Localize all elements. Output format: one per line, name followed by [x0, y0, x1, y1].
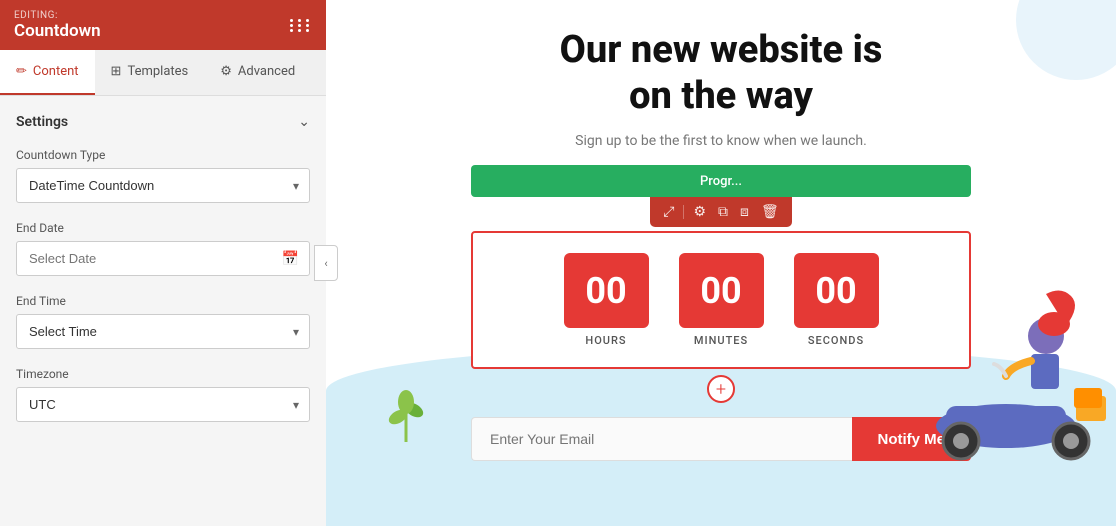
end-time-select-wrap: Select Time 12:00 AM 12:30 AM ▾: [16, 314, 310, 349]
hero-title: Our new website is on the way: [386, 28, 1056, 119]
timezone-field: Timezone UTC EST PST GMT ▾: [16, 367, 310, 422]
chevron-down-icon[interactable]: ⌄: [298, 114, 310, 130]
countdown-type-field: Countdown Type DateTime Countdown Evergr…: [16, 148, 310, 203]
email-input[interactable]: [471, 417, 852, 461]
tabs-row: ✏ Content ⊞ Templates ⚙ Advanced: [0, 50, 326, 96]
plant-decoration: [386, 382, 426, 446]
settings-section-header: Settings ⌄: [16, 114, 310, 130]
collapse-panel-button[interactable]: ‹: [314, 245, 338, 281]
left-panel: EDITING: Countdown ✏ Content ⊞ Templates…: [0, 0, 326, 526]
minutes-label: MINUTES: [694, 334, 748, 347]
panel-header: EDITING: Countdown: [0, 0, 326, 50]
timezone-select[interactable]: UTC EST PST GMT: [17, 388, 309, 421]
content-tab-icon: ✏: [16, 64, 27, 79]
end-time-label: End Time: [16, 294, 310, 308]
date-input[interactable]: [17, 242, 272, 275]
templates-tab-icon: ⊞: [111, 64, 122, 79]
end-date-label: End Date: [16, 221, 310, 235]
seconds-label: SECONDS: [808, 334, 864, 347]
cta-row: Notify Me: [471, 417, 971, 461]
toolbar-save-icon[interactable]: ⧉: [715, 202, 731, 222]
hero-section: Our new website is on the way Sign up to…: [326, 0, 1116, 165]
countdown-type-select-wrap: DateTime Countdown Evergreen Countdown ▾: [16, 168, 310, 203]
countdown-type-label: Countdown Type: [16, 148, 310, 162]
countdown-type-select[interactable]: DateTime Countdown Evergreen Countdown: [17, 169, 309, 202]
right-content: Our new website is on the way Sign up to…: [326, 0, 1116, 526]
advanced-tab-icon: ⚙: [220, 64, 232, 79]
progress-bar: Progr...: [471, 165, 971, 197]
countdown-minutes: 00 MINUTES: [679, 253, 764, 347]
countdown-seconds: 00 SECONDS: [794, 253, 879, 347]
tab-templates[interactable]: ⊞ Templates: [95, 50, 205, 95]
end-time-select[interactable]: Select Time 12:00 AM 12:30 AM: [17, 315, 309, 348]
seconds-box: 00: [794, 253, 879, 328]
toolbar-divider: [683, 205, 684, 219]
countdown-widget: 00 HOURS 00 MINUTES 00 SECONDS: [471, 231, 971, 369]
toolbar-delete-icon[interactable]: 🗑: [758, 202, 782, 222]
countdown-hours: 00 HOURS: [564, 253, 649, 347]
toolbar-move-icon[interactable]: ⤢: [660, 202, 677, 222]
tab-content[interactable]: ✏ Content: [0, 50, 95, 95]
end-date-field: End Date 📅: [16, 221, 310, 276]
settings-title: Settings: [16, 114, 68, 130]
end-time-field: End Time Select Time 12:00 AM 12:30 AM ▾: [16, 294, 310, 349]
minutes-box: 00: [679, 253, 764, 328]
date-input-wrap: 📅: [16, 241, 310, 276]
hours-box: 00: [564, 253, 649, 328]
editing-label: EDITING:: [14, 10, 101, 21]
add-element-button[interactable]: +: [707, 375, 735, 403]
widget-toolbar: ⤢ ⚙ ⧉ ⧈ 🗑: [650, 197, 791, 227]
panel-title: Countdown: [14, 21, 101, 41]
grid-menu-icon[interactable]: [290, 19, 312, 32]
calendar-icon[interactable]: 📅: [272, 251, 309, 267]
panel-body: Settings ⌄ Countdown Type DateTime Count…: [0, 96, 326, 526]
progress-label: Progr...: [700, 174, 742, 189]
timezone-label: Timezone: [16, 367, 310, 381]
toolbar-duplicate-icon[interactable]: ⧈: [737, 202, 752, 222]
hours-label: HOURS: [585, 334, 626, 347]
tab-advanced[interactable]: ⚙ Advanced: [204, 50, 311, 95]
toolbar-settings-icon[interactable]: ⚙: [690, 202, 709, 222]
timezone-select-wrap: UTC EST PST GMT ▾: [16, 387, 310, 422]
scooter-illustration: [906, 276, 1116, 476]
hero-subtitle: Sign up to be the first to know when we …: [386, 133, 1056, 149]
